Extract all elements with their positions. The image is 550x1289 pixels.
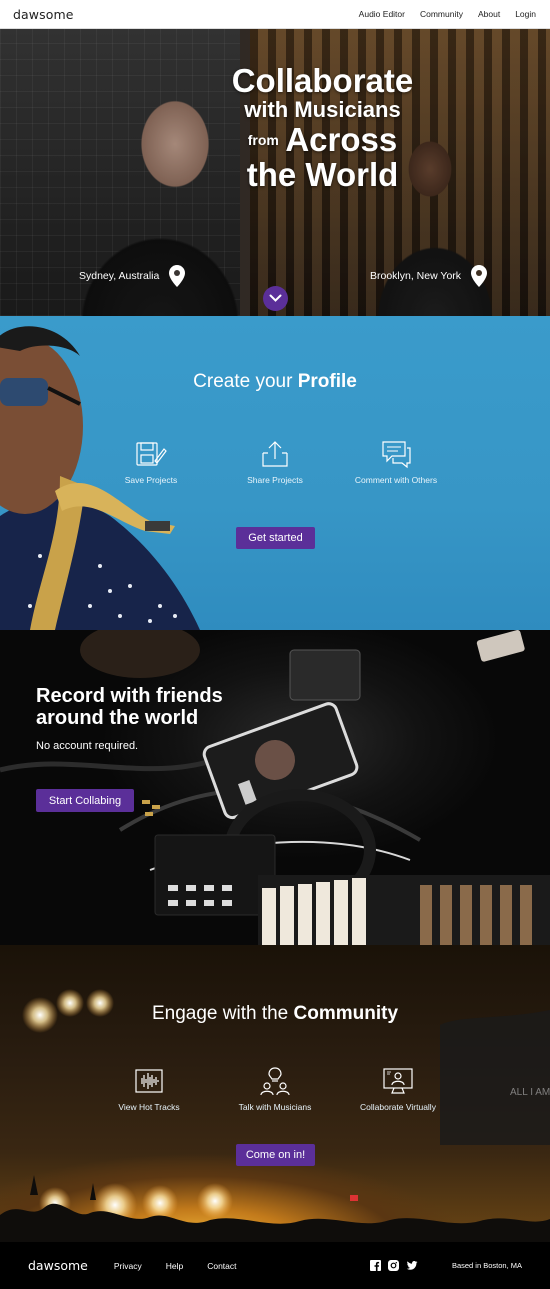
profile-title: Create your Profile [193,371,357,392]
hero-title: Collaborate with Musicians from Across t… [231,62,414,193]
feature-collaborate-virtually: Collaborate Virtually [338,1066,458,1112]
nav-link-login[interactable]: Login [515,9,536,19]
facebook-icon[interactable] [369,1260,381,1271]
svg-text:ALL I AM: ALL I AM [510,1087,550,1098]
twitter-icon[interactable] [406,1260,418,1271]
record-section: Record with friends around the world No … [0,630,550,945]
nav-link-audio-editor[interactable]: Audio Editor [359,9,405,19]
footer-logo[interactable]: dawsome [28,1258,88,1273]
feature-share-projects: Share Projects [215,439,335,485]
feature-comment: Comment with Others [336,439,456,485]
community-title: Engage with the Community [151,1003,399,1024]
footer-link-privacy[interactable]: Privacy [114,1261,142,1271]
location-sydney: Sydney, Australia [79,265,186,287]
comment-icon [382,441,411,469]
community-section: ALL I AM Engage with the Community View … [0,945,550,1242]
scroll-down-button[interactable] [263,286,288,311]
record-title: Record with friends around the world [36,685,223,730]
come-on-in-button[interactable]: Come on in! [236,1144,315,1166]
hero-section: Collaborate with Musicians from Across t… [0,29,550,316]
map-pin-icon [169,265,186,287]
monitor-user-icon [383,1068,413,1094]
feature-talk-musicians: Talk with Musicians [215,1066,335,1112]
share-icon [262,441,288,467]
nav-link-community[interactable]: Community [420,9,463,19]
feature-save-projects: Save Projects [91,439,211,485]
footer-link-help[interactable]: Help [166,1261,183,1271]
logo[interactable]: dawsome [13,7,74,22]
people-idea-icon [260,1067,290,1096]
map-pin-icon [471,265,488,287]
start-collabing-button[interactable]: Start Collabing [36,789,134,812]
feature-hot-tracks: View Hot Tracks [89,1066,209,1112]
location-brooklyn: Brooklyn, New York [370,265,488,287]
waveform-icon [135,1069,163,1093]
nav-link-about[interactable]: About [478,9,500,19]
footer: dawsome Privacy Help Contact Based in Bo… [0,1242,550,1289]
top-nav: dawsome Audio Editor Community About Log… [0,0,550,29]
studio-gear-image [0,630,550,945]
nav-links: Audio Editor Community About Login [359,9,536,19]
footer-link-contact[interactable]: Contact [207,1261,236,1271]
instagram-icon[interactable] [387,1260,399,1271]
footer-location: Based in Boston, MA [451,1261,522,1270]
get-started-button[interactable]: Get started [236,527,315,549]
chevron-down-icon [269,294,282,302]
save-project-icon [136,442,167,466]
footer-links: Privacy Help Contact [114,1261,237,1271]
profile-section: Create your Profile Save Projects Share … [0,316,550,630]
record-subtitle: No account required. [36,740,139,752]
social-links [369,1260,418,1271]
